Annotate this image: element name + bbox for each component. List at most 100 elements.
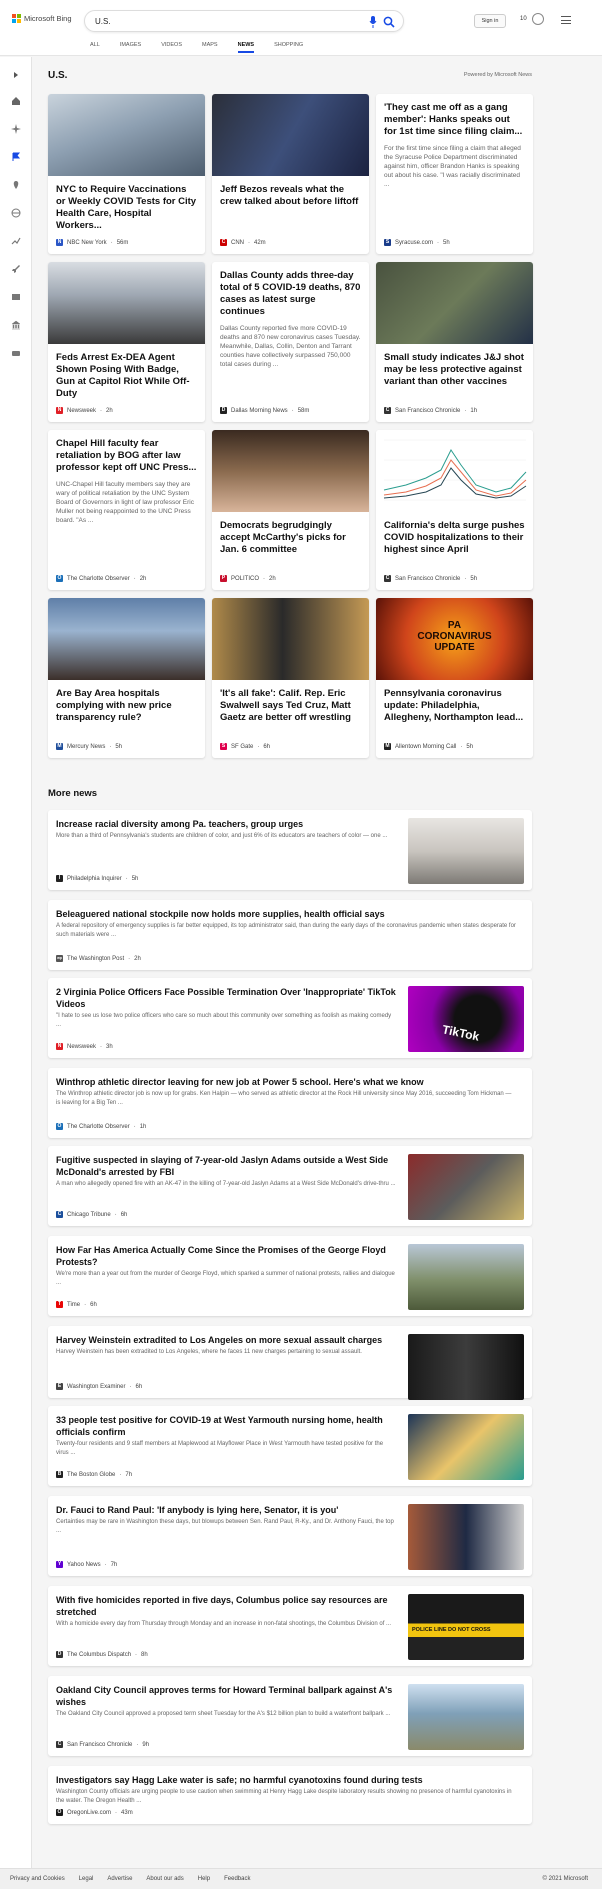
source-name[interactable]: Dallas Morning News <box>231 408 288 414</box>
more-news-row[interactable]: With five homicides reported in five day… <box>48 1586 532 1666</box>
expand-chevron-icon[interactable] <box>10 69 21 80</box>
news-card[interactable]: 'It's all fake': Calif. Rep. Eric Swalwe… <box>212 598 369 758</box>
news-card[interactable]: Feds Arrest Ex-DEA Agent Shown Posing Wi… <box>48 262 205 422</box>
more-news-title[interactable]: Harvey Weinstein extradited to Los Angel… <box>56 1334 396 1346</box>
more-news-row[interactable]: Increase racial diversity among Pa. teac… <box>48 810 532 890</box>
more-news-source[interactable]: D The Columbus Dispatch · 8h <box>56 1651 148 1658</box>
science-rocket-icon[interactable] <box>10 263 21 274</box>
more-news-title[interactable]: Increase racial diversity among Pa. teac… <box>56 818 396 830</box>
news-card-source[interactable]: D Dallas Morning News · 58m <box>220 407 309 414</box>
news-card-source[interactable]: P POLITICO · 2h <box>220 575 276 582</box>
source-name[interactable]: San Francisco Chronicle <box>67 1742 132 1748</box>
source-name[interactable]: The Charlotte Observer <box>67 1124 130 1130</box>
news-card-image[interactable] <box>212 430 369 512</box>
location-pin-icon[interactable] <box>10 179 21 190</box>
source-name[interactable]: Syracuse.com <box>395 240 433 246</box>
news-card-title[interactable]: Chapel Hill faculty fear retaliation by … <box>48 430 205 474</box>
more-news-image[interactable] <box>408 1244 524 1310</box>
source-name[interactable]: Newsweek <box>67 408 96 414</box>
more-news-title[interactable]: Dr. Fauci to Rand Paul: 'If anybody is l… <box>56 1504 396 1516</box>
news-card-source[interactable]: S SF Gate · 6h <box>220 743 270 750</box>
footer-link[interactable]: Help <box>198 1876 210 1882</box>
more-news-image[interactable] <box>408 1684 524 1750</box>
source-name[interactable]: Philadelphia Inquirer <box>67 876 122 882</box>
more-news-source[interactable]: O OregonLive.com · 43m <box>56 1809 133 1816</box>
more-news-image[interactable] <box>408 1414 524 1480</box>
source-name[interactable]: San Francisco Chronicle <box>395 576 460 582</box>
news-card-title[interactable]: 'It's all fake': Calif. Rep. Eric Swalwe… <box>212 680 369 724</box>
tab-maps[interactable]: MAPS <box>202 42 218 53</box>
more-news-source[interactable]: B The Boston Globe · 7h <box>56 1471 132 1478</box>
news-card-image[interactable] <box>376 262 533 344</box>
more-news-title[interactable]: Fugitive suspected in slaying of 7-year-… <box>56 1154 396 1178</box>
source-name[interactable]: Chicago Tribune <box>67 1212 111 1218</box>
more-news-image[interactable]: TikTok <box>408 986 524 1052</box>
search-query[interactable]: U.S. <box>95 17 111 26</box>
more-news-title[interactable]: Investigators say Hagg Lake water is saf… <box>56 1774 516 1786</box>
source-name[interactable]: The Charlotte Observer <box>67 576 130 582</box>
source-name[interactable]: Washington Examiner <box>67 1384 125 1390</box>
news-card[interactable]: PA CORONAVIRUS UPDATE Pennsylvania coronavi… <box>376 598 533 758</box>
footer-link[interactable]: Feedback <box>224 1876 250 1882</box>
news-card-image[interactable] <box>212 598 369 680</box>
more-news-image[interactable] <box>408 818 524 884</box>
more-news-source[interactable]: E Washington Examiner · 6h <box>56 1383 142 1390</box>
news-card-image[interactable] <box>48 598 205 680</box>
tab-videos[interactable]: VIDEOS <box>161 42 182 53</box>
more-news-source[interactable]: Y Yahoo News · 7h <box>56 1561 117 1568</box>
footer-link[interactable]: Legal <box>79 1876 94 1882</box>
news-card-source[interactable]: N NBC New York · 56m <box>56 239 128 246</box>
more-news-title[interactable]: 2 Virginia Police Officers Face Possible… <box>56 986 396 1010</box>
news-card-title[interactable]: Democrats begrudgingly accept McCarthy's… <box>212 512 369 556</box>
more-news-row[interactable]: Harvey Weinstein extradited to Los Angel… <box>48 1326 532 1400</box>
news-card-title[interactable]: Dallas County adds three-day total of 5 … <box>212 262 369 318</box>
source-name[interactable]: Newsweek <box>67 1044 96 1050</box>
tab-news[interactable]: NEWS <box>237 42 255 53</box>
rewards-count[interactable]: 10 <box>520 16 527 22</box>
politics-building-icon[interactable] <box>10 319 21 330</box>
more-news-source[interactable]: C San Francisco Chronicle · 9h <box>56 1741 149 1748</box>
more-news-title[interactable]: Oakland City Council approves terms for … <box>56 1684 396 1708</box>
home-icon[interactable] <box>10 95 21 106</box>
news-card[interactable]: Jeff Bezos reveals what the crew talked … <box>212 94 369 254</box>
source-name[interactable]: San Francisco Chronicle <box>395 408 460 414</box>
more-news-image[interactable] <box>408 1154 524 1220</box>
more-news-row[interactable]: Fugitive suspected in slaying of 7-year-… <box>48 1146 532 1226</box>
more-news-row[interactable]: Dr. Fauci to Rand Paul: 'If anybody is l… <box>48 1496 532 1576</box>
news-card-source[interactable]: O The Charlotte Observer · 2h <box>56 575 146 582</box>
signin-button[interactable]: Sign in <box>474 14 506 28</box>
news-card-source[interactable]: M Allentown Morning Call · 5h <box>384 743 473 750</box>
bing-logo[interactable]: Microsoft Bing <box>12 14 72 23</box>
search-icon[interactable] <box>383 16 395 28</box>
news-card[interactable]: NYC to Require Vaccinations or Weekly CO… <box>48 94 205 254</box>
news-card[interactable]: California's delta surge pushes COVID ho… <box>376 430 533 590</box>
news-card-title[interactable]: California's delta surge pushes COVID ho… <box>376 512 533 556</box>
trending-icon[interactable] <box>10 235 21 246</box>
news-card[interactable]: Are Bay Area hospitals complying with ne… <box>48 598 205 758</box>
tab-images[interactable]: IMAGES <box>120 42 141 53</box>
source-name[interactable]: The Washington Post <box>67 956 124 962</box>
more-news-source[interactable]: I Philadelphia Inquirer · 5h <box>56 875 138 882</box>
more-news-row[interactable]: Oakland City Council approves terms for … <box>48 1676 532 1756</box>
flag-icon[interactable] <box>10 151 21 162</box>
footer-link[interactable]: About our ads <box>146 1876 183 1882</box>
source-name[interactable]: SF Gate <box>231 744 253 750</box>
rewards-trophy-icon[interactable] <box>532 13 544 25</box>
news-card-title[interactable]: NYC to Require Vaccinations or Weekly CO… <box>48 176 205 232</box>
more-news-row[interactable]: Investigators say Hagg Lake water is saf… <box>48 1766 532 1824</box>
news-card-source[interactable]: N Newsweek · 2h <box>56 407 113 414</box>
more-news-image[interactable] <box>408 1334 524 1400</box>
news-card-source[interactable]: C CNN · 42m <box>220 239 266 246</box>
more-news-row[interactable]: 33 people test positive for COVID-19 at … <box>48 1406 532 1486</box>
tab-shopping[interactable]: SHOPPING <box>274 42 303 53</box>
entertainment-icon[interactable] <box>10 291 21 302</box>
footer-link[interactable]: Advertise <box>107 1876 132 1882</box>
more-news-source[interactable]: wp The Washington Post · 2h <box>56 955 141 962</box>
search-input[interactable]: U.S. <box>84 10 404 32</box>
news-card-image[interactable] <box>212 94 369 176</box>
news-card-image[interactable] <box>48 262 205 344</box>
more-news-title[interactable]: Winthrop athletic director leaving for n… <box>56 1076 516 1088</box>
more-news-title[interactable]: Beleaguered national stockpile now holds… <box>56 908 516 920</box>
news-card-image[interactable]: PA CORONAVIRUS UPDATE <box>376 598 533 680</box>
source-name[interactable]: POLITICO <box>231 576 259 582</box>
